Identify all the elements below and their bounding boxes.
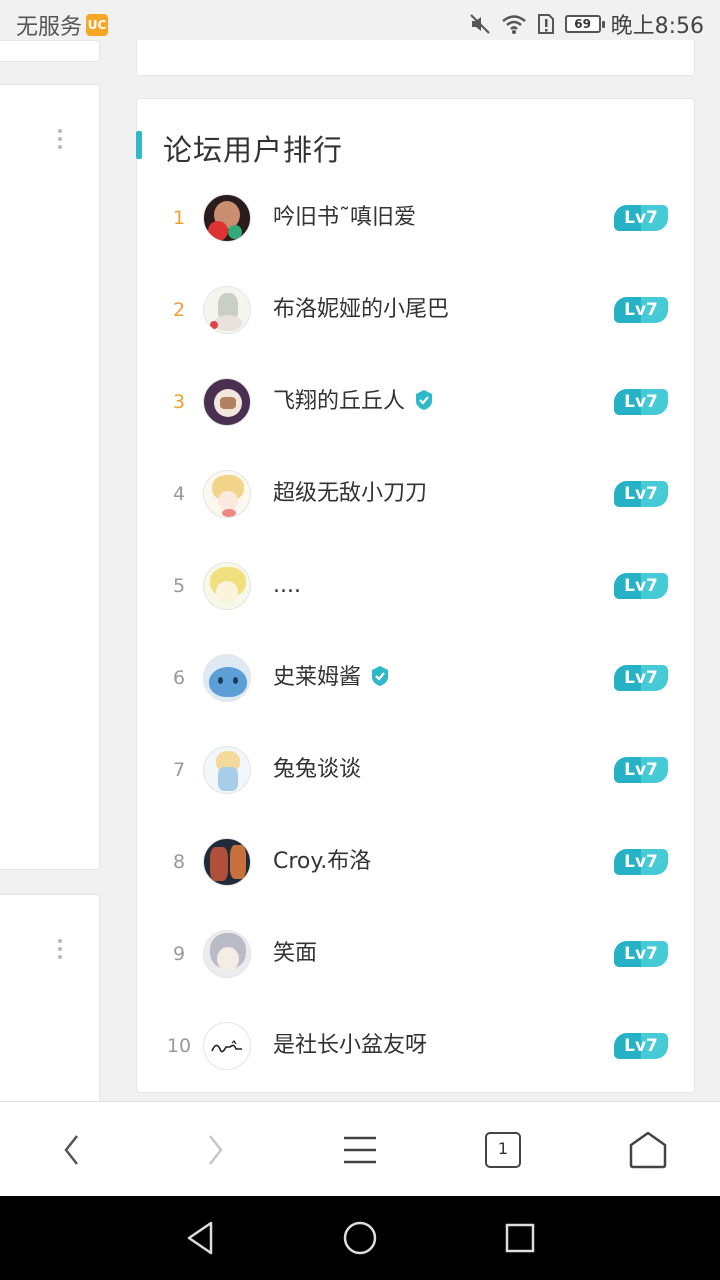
rank-number: 6: [172, 667, 186, 689]
rank-number: 9: [172, 943, 186, 965]
avatar[interactable]: [203, 654, 251, 702]
verified-badge-icon: [416, 390, 433, 410]
mute-icon: [469, 14, 490, 34]
menu-button[interactable]: [320, 1102, 400, 1197]
avatar[interactable]: [203, 930, 251, 978]
level-badge: Lv7: [614, 1033, 668, 1059]
left-card-middle: [0, 84, 100, 870]
home-icon: [629, 1131, 667, 1168]
level-badge: Lv7: [614, 573, 668, 599]
left-card-top: [0, 40, 100, 62]
home-circle-icon: [343, 1221, 377, 1255]
username[interactable]: 笑面: [273, 908, 317, 1000]
avatar[interactable]: [203, 194, 251, 242]
ranking-row[interactable]: 3 飞翔的丘丘人 Lv7: [137, 356, 694, 448]
username[interactable]: 吟旧书˜嗔旧爱: [273, 172, 416, 264]
more-options-icon[interactable]: [57, 129, 63, 149]
forward-icon: [209, 1134, 223, 1165]
status-left: 无服务 UC: [16, 9, 109, 41]
status-right: 69 晚上8:56: [469, 9, 704, 39]
rank-number: 1: [172, 207, 186, 229]
battery-indicator: 69: [564, 15, 605, 33]
username[interactable]: 飞翔的丘丘人: [273, 356, 435, 448]
tab-count: 1: [497, 1138, 509, 1158]
username[interactable]: 是社长小盆友呀: [273, 1000, 427, 1092]
sim-alert-icon: [537, 14, 554, 34]
avatar[interactable]: [203, 286, 251, 334]
ranking-row[interactable]: 10 是社长小盆友呀 Lv7: [137, 1000, 694, 1092]
user-ranking-card: 论坛用户排行 1 吟旧书˜嗔旧爱 Lv7 2 布洛妮娅的小尾巴 Lv7 3 飞翔…: [136, 98, 695, 1093]
ranking-row[interactable]: 8 Croy.布洛 Lv7: [137, 816, 694, 908]
ranking-row[interactable]: 6 史莱姆酱 Lv7: [137, 632, 694, 724]
verified-badge-icon: [372, 666, 389, 686]
tabs-icon: 1: [485, 1131, 521, 1168]
username[interactable]: ....: [273, 540, 301, 632]
system-back-button[interactable]: [160, 1196, 240, 1280]
avatar[interactable]: [203, 746, 251, 794]
back-button[interactable]: [32, 1102, 112, 1197]
system-recents-button[interactable]: [480, 1196, 560, 1280]
rank-number: 5: [172, 575, 186, 597]
ranking-row[interactable]: 5 .... Lv7: [137, 540, 694, 632]
username[interactable]: Croy.布洛: [273, 816, 371, 908]
level-badge: Lv7: [614, 389, 668, 415]
home-button[interactable]: [608, 1102, 688, 1197]
clock-text: 晚上8:56: [610, 14, 704, 39]
ranking-row[interactable]: 4 超级无敌小刀刀 Lv7: [137, 448, 694, 540]
username[interactable]: 史莱姆酱: [273, 632, 391, 724]
system-navigation-bar: [0, 1196, 720, 1280]
system-home-button[interactable]: [320, 1196, 400, 1280]
level-badge: Lv7: [614, 849, 668, 875]
username[interactable]: 布洛妮娅的小尾巴: [273, 264, 449, 356]
level-badge: Lv7: [614, 297, 668, 323]
level-badge: Lv7: [614, 941, 668, 967]
rank-number: 8: [172, 851, 186, 873]
title-accent-bar: [136, 131, 142, 159]
signature-scribble-icon: [211, 1040, 242, 1053]
level-badge: Lv7: [614, 757, 668, 783]
level-badge: Lv7: [614, 665, 668, 691]
avatar[interactable]: [203, 838, 251, 886]
ranking-row[interactable]: 1 吟旧书˜嗔旧爱 Lv7: [137, 172, 694, 264]
rank-number: 2: [172, 299, 186, 321]
browser-toolbar: 1: [0, 1101, 720, 1196]
username[interactable]: 兔兔谈谈: [273, 724, 361, 816]
level-badge: Lv7: [614, 205, 668, 231]
avatar[interactable]: [203, 1022, 251, 1070]
rank-number: 3: [172, 391, 186, 413]
avatar[interactable]: [203, 378, 251, 426]
more-options-icon[interactable]: [57, 939, 63, 959]
tabs-button[interactable]: 1: [463, 1102, 543, 1197]
carrier-text: 无服务: [16, 15, 83, 40]
rank-number: 7: [172, 759, 186, 781]
ranking-row[interactable]: 7 兔兔谈谈 Lv7: [137, 724, 694, 816]
previous-card: [136, 40, 695, 76]
wifi-icon: [501, 15, 526, 34]
menu-icon: [344, 1136, 376, 1163]
forward-button[interactable]: [175, 1102, 255, 1197]
ranking-title: 论坛用户排行: [163, 133, 344, 167]
level-badge: Lv7: [614, 481, 668, 507]
left-card-bottom: [0, 894, 100, 1114]
back-triangle-icon: [187, 1221, 213, 1255]
back-icon: [64, 1134, 78, 1165]
rank-number: 4: [172, 483, 186, 505]
ranking-row[interactable]: 9 笑面 Lv7: [137, 908, 694, 1000]
username-text: 飞翔的丘丘人: [273, 389, 406, 414]
uc-browser-icon: UC: [86, 14, 109, 36]
ranking-row[interactable]: 2 布洛妮娅的小尾巴 Lv7: [137, 264, 694, 356]
rank-number: 10: [166, 1035, 192, 1057]
username[interactable]: 超级无敌小刀刀: [273, 448, 427, 540]
avatar[interactable]: [203, 562, 251, 610]
recents-square-icon: [505, 1223, 535, 1253]
username-text: 史莱姆酱: [273, 665, 362, 690]
avatar[interactable]: [203, 470, 251, 518]
